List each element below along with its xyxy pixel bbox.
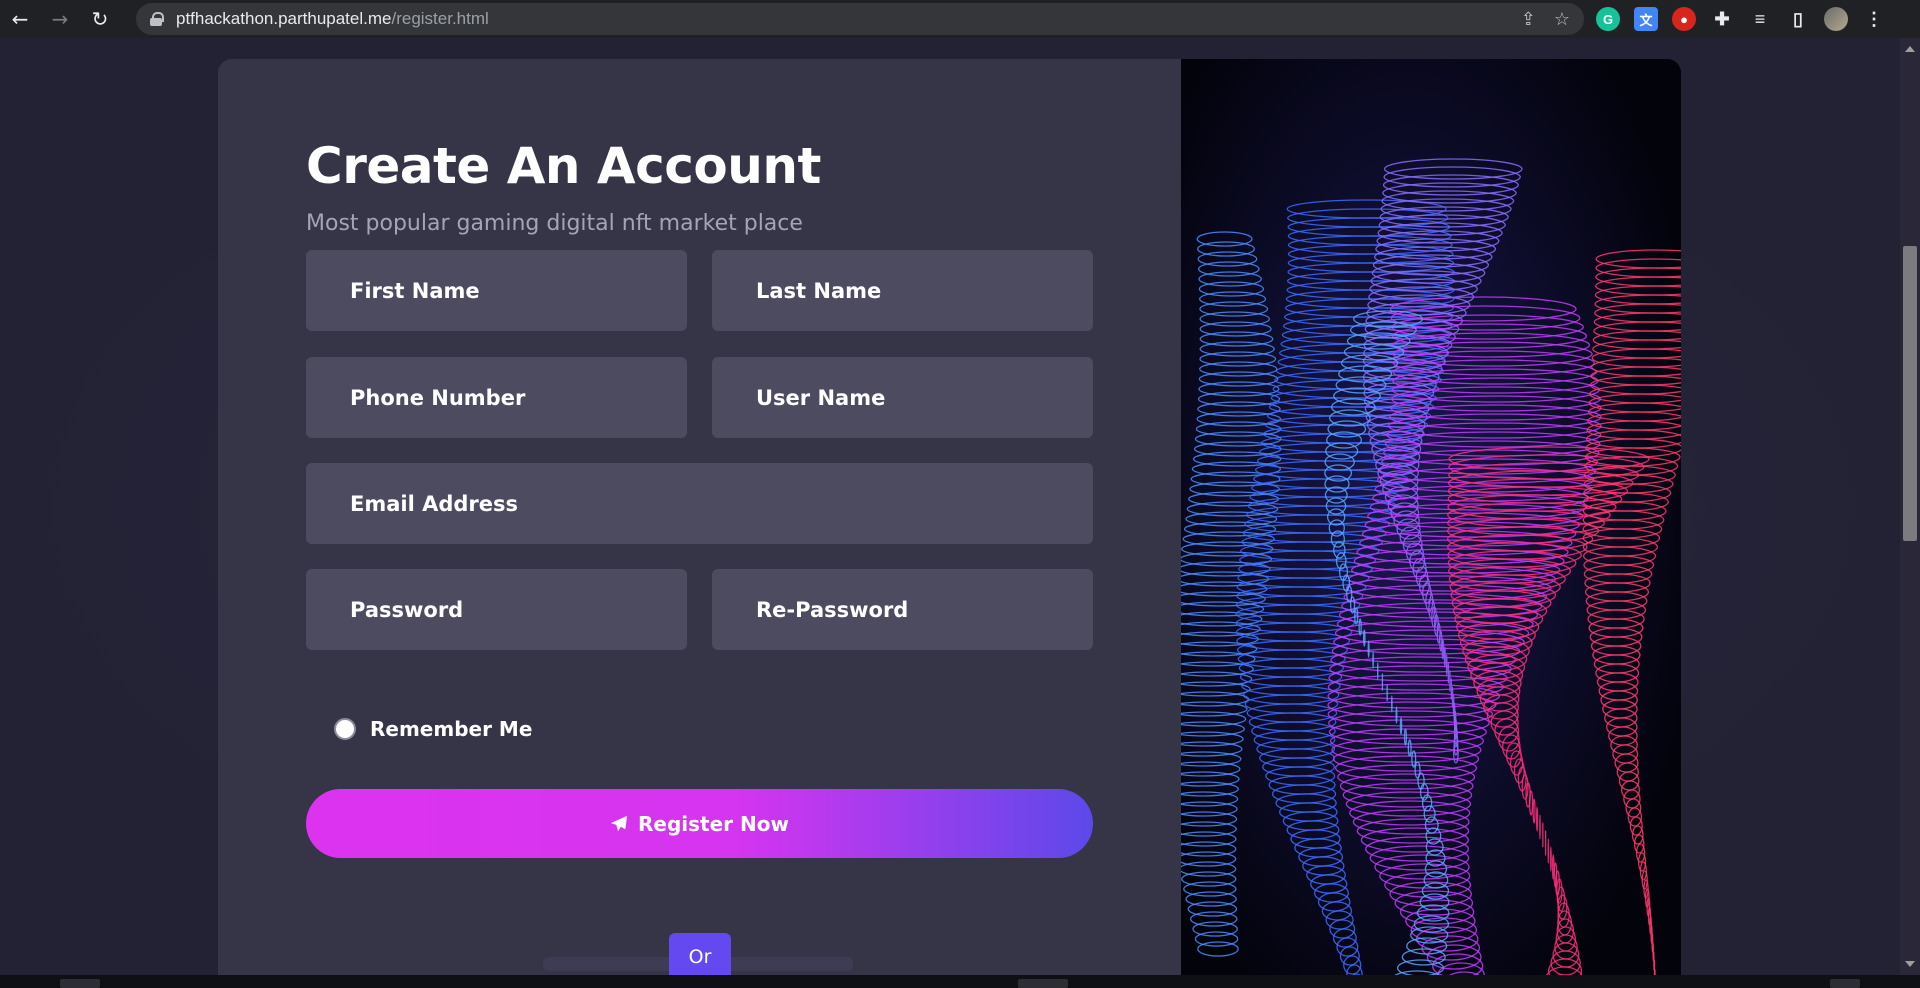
nft-light-art-image xyxy=(1181,59,1681,975)
side-panel-icon[interactable]: ▯ xyxy=(1786,7,1810,31)
phone-number-field[interactable]: Phone Number xyxy=(306,357,687,438)
reload-icon[interactable]: ↻ xyxy=(80,0,120,38)
back-icon[interactable]: ← xyxy=(0,0,40,38)
remember-me-option[interactable]: Remember Me xyxy=(334,717,532,741)
browser-toolbar: ← → ↻ ptfhackathon.parthupatel.me/regist… xyxy=(0,0,1920,38)
url-path: /register.html xyxy=(391,9,489,28)
lock-icon[interactable] xyxy=(150,12,164,26)
page-scrollbar[interactable] xyxy=(1900,38,1920,975)
address-bar[interactable]: ptfhackathon.parthupatel.me/register.htm… xyxy=(136,3,1584,35)
or-badge: Or xyxy=(669,933,731,975)
forward-icon[interactable]: → xyxy=(40,0,80,38)
media-queue-icon[interactable]: ≡ xyxy=(1748,7,1772,31)
scroll-up-arrow[interactable] xyxy=(1905,46,1915,52)
share-icon[interactable]: ⇪ xyxy=(1521,9,1536,30)
bookmark-star-icon[interactable]: ☆ xyxy=(1554,9,1570,30)
page-title: Create An Account xyxy=(306,137,821,195)
light-trails-artwork xyxy=(1181,59,1681,975)
translate-extension-icon[interactable]: 文 xyxy=(1634,7,1658,31)
menu-kebab-icon[interactable]: ⋮ xyxy=(1862,7,1886,31)
page-subtitle: Most popular gaming digital nft market p… xyxy=(306,211,803,236)
remember-me-radio[interactable] xyxy=(334,718,356,740)
extensions-puzzle-icon[interactable]: ✚ xyxy=(1710,7,1734,31)
remember-me-label: Remember Me xyxy=(370,717,533,741)
profile-avatar[interactable] xyxy=(1824,7,1848,31)
email-field[interactable]: Email Address xyxy=(306,463,1093,544)
url-host: ptfhackathon.parthupatel.me xyxy=(176,9,392,28)
taskbar-edge xyxy=(0,975,1920,988)
first-name-field[interactable]: First Name xyxy=(306,250,687,331)
red-extension-icon[interactable]: ● xyxy=(1672,7,1696,31)
scroll-thumb[interactable] xyxy=(1903,246,1917,541)
register-now-button[interactable]: Register Now xyxy=(306,789,1093,858)
register-card: Create An Account Most popular gaming di… xyxy=(218,59,1181,975)
extensions-bar: G 文 ● ✚ ≡ ▯ ⋮ xyxy=(1596,0,1886,38)
page-viewport: Create An Account Most popular gaming di… xyxy=(0,38,1900,975)
grammarly-extension-icon[interactable]: G xyxy=(1596,7,1620,31)
paper-plane-icon xyxy=(610,815,628,831)
user-name-field[interactable]: User Name xyxy=(712,357,1093,438)
scroll-down-arrow[interactable] xyxy=(1905,961,1915,967)
last-name-field[interactable]: Last Name xyxy=(712,250,1093,331)
re-password-field[interactable]: Re-Password xyxy=(712,569,1093,650)
url-text[interactable]: ptfhackathon.parthupatel.me/register.htm… xyxy=(176,9,489,29)
register-now-label: Register Now xyxy=(638,811,789,836)
password-field[interactable]: Password xyxy=(306,569,687,650)
